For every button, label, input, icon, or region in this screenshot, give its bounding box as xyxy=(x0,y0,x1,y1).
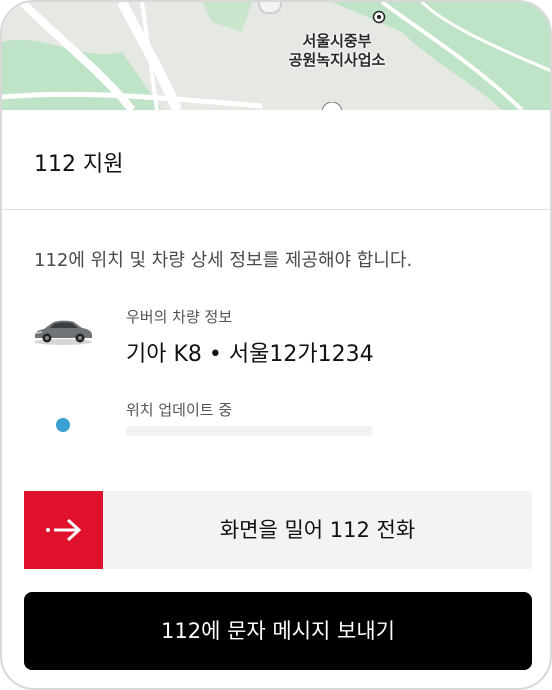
page-title: 112 지원 xyxy=(34,152,124,177)
location-dot-icon xyxy=(56,418,70,432)
location-status-caption: 위치 업데이트 중 xyxy=(126,401,233,419)
swipe-to-call-slider[interactable]: 화면을 밀어 112 전화 xyxy=(24,491,532,569)
send-text-message-button[interactable]: 112에 문자 메시지 보내기 xyxy=(24,592,532,670)
arrow-right-icon xyxy=(45,518,81,542)
map-pin-partial-icon xyxy=(321,102,343,110)
swipe-handle[interactable] xyxy=(24,491,103,569)
map-label-line2: 공원녹지사업소 xyxy=(288,51,386,69)
place-marker-icon xyxy=(372,10,386,24)
vehicle-info-value: 기아 K8 • 서울12가1234 xyxy=(126,342,374,367)
car-icon xyxy=(34,320,92,345)
support-description: 112에 위치 및 차량 상세 정보를 제공해야 합니다. xyxy=(34,250,413,271)
swipe-to-call-label: 화면을 밀어 112 전화 xyxy=(219,518,416,542)
map-label-line1: 서울시중부 xyxy=(302,32,372,50)
app-frame: 서울시중부 공원녹지사업소 112 지원 112에 위치 및 차량 상세 정보를… xyxy=(0,0,552,690)
vehicle-info-caption: 우버의 차량 정보 xyxy=(126,308,233,326)
sheet-header: 112 지원 xyxy=(2,110,550,210)
location-loading-placeholder xyxy=(126,426,372,436)
map-place-label: 서울시중부 공원녹지사업소 xyxy=(252,32,422,70)
map-view[interactable]: 서울시중부 공원녹지사업소 xyxy=(2,2,550,110)
